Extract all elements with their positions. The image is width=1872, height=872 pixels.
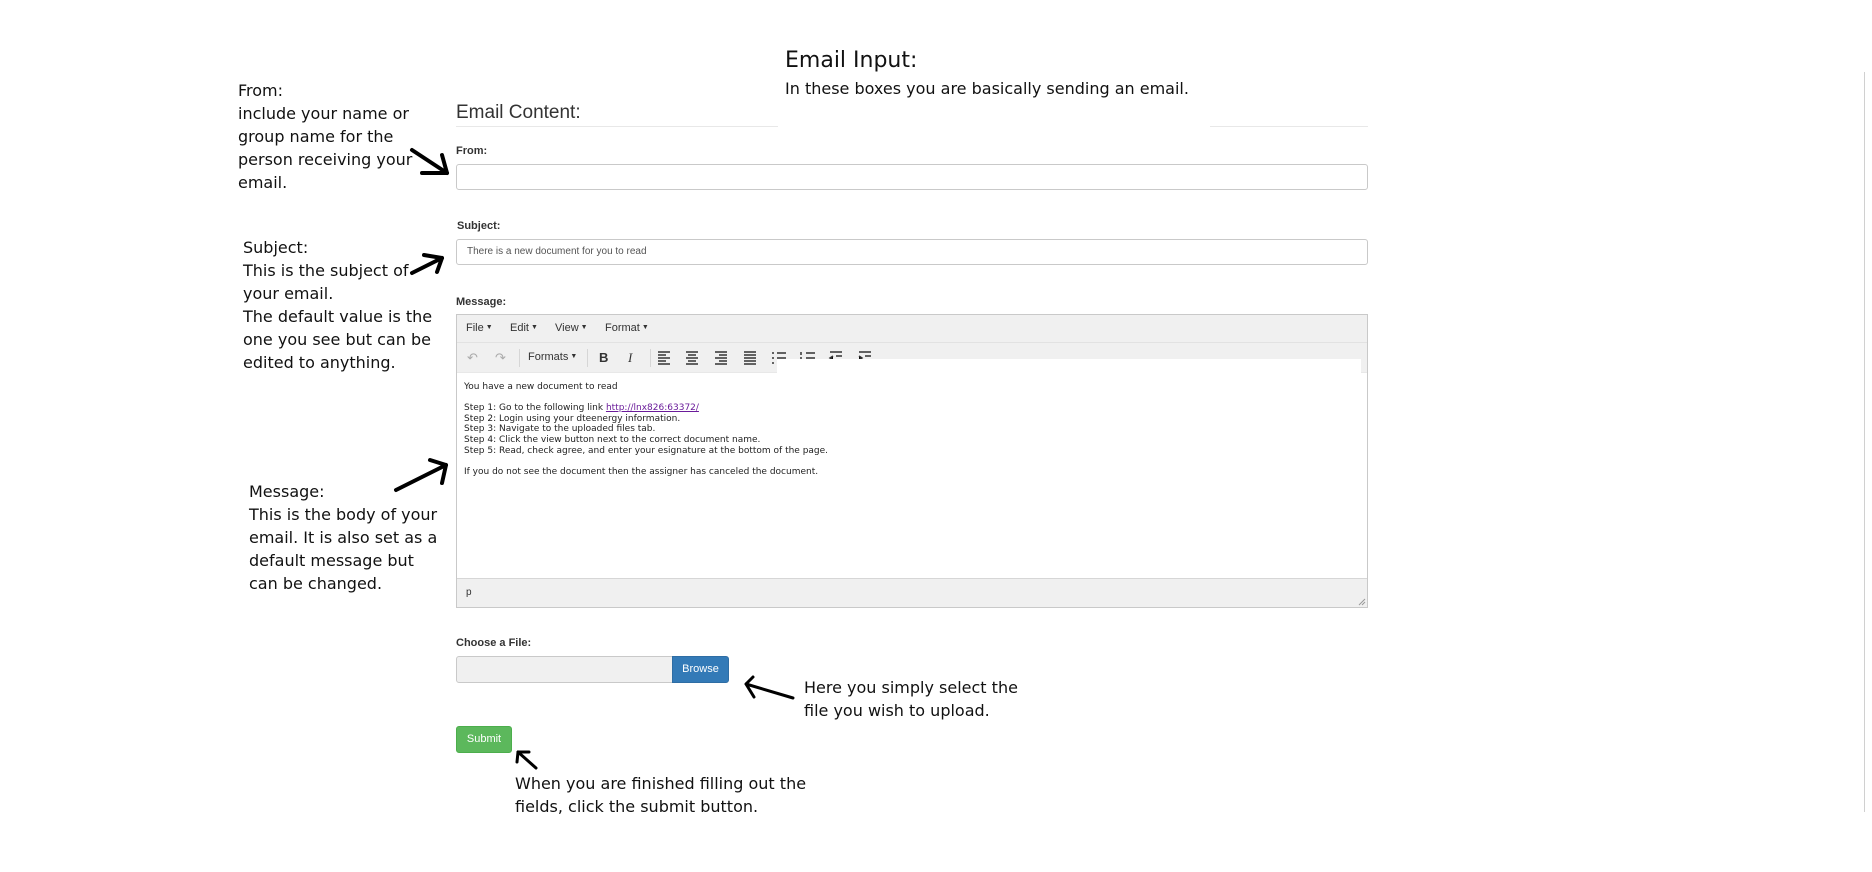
editor-menubar: File ▼ Edit ▼ View ▼ Format ▼ [457, 315, 1367, 343]
scrollbar[interactable] [1864, 72, 1865, 812]
align-left-icon [658, 351, 670, 365]
element-path: p [466, 587, 472, 598]
file-path-input[interactable] [456, 656, 673, 683]
message-content[interactable]: You have a new document to read Step 1: … [457, 373, 1367, 487]
align-right-icon [715, 351, 727, 365]
browse-button[interactable]: Browse [672, 656, 729, 683]
subject-input[interactable]: There is a new document for you to read [456, 239, 1368, 265]
editor-toolbar: ↶ ↷ Formats ▼ B I [457, 343, 1367, 373]
section-divider [456, 126, 778, 127]
toolbar-icons [658, 351, 1361, 373]
editor-statusbar: p [457, 578, 1367, 607]
section-title: Email Content: [456, 102, 581, 123]
menu-file[interactable]: File ▼ [466, 322, 493, 334]
document-link[interactable]: http://lnx826:63372/ [606, 403, 699, 413]
from-label: From: [456, 145, 488, 157]
toolbar-overlay [777, 359, 1361, 373]
menu-view[interactable]: View ▼ [555, 322, 588, 334]
message-line: Step 1: Go to the following link http://… [464, 402, 699, 413]
subject-label: Subject: [457, 220, 501, 232]
section-divider-right [1210, 126, 1368, 127]
message-line: Step 4: Click the view button next to th… [464, 435, 761, 446]
menu-format[interactable]: Format ▼ [605, 322, 649, 334]
message-line: Step 2: Login using your dteenergy infor… [464, 413, 681, 424]
from-input[interactable] [456, 164, 1368, 190]
subject-arrow-icon [410, 253, 444, 275]
message-line: You have a new document to read [464, 382, 618, 392]
from-arrow-icon [410, 148, 449, 175]
message-label: Message: [456, 296, 507, 308]
submit-arrow-icon [515, 750, 538, 770]
message-line: Step 5: Read, check agree, and enter you… [464, 445, 829, 456]
align-center-icon [686, 351, 698, 365]
message-line: Step 3: Navigate to the uploaded files t… [464, 424, 656, 435]
message-editor: File ▼ Edit ▼ View ▼ Format ▼ ↶ ↷ Formats ▼ B… [456, 314, 1368, 608]
file-arrow-icon [744, 675, 795, 700]
file-label: Choose a File: [456, 637, 532, 649]
align-justify-icon [744, 351, 756, 365]
message-line: If you do not see the document then the … [464, 466, 819, 477]
resize-handle-icon[interactable] [1358, 598, 1366, 606]
menu-edit[interactable]: Edit ▼ [510, 322, 538, 334]
submit-button[interactable]: Submit [456, 726, 512, 753]
message-arrow-icon [394, 458, 448, 492]
